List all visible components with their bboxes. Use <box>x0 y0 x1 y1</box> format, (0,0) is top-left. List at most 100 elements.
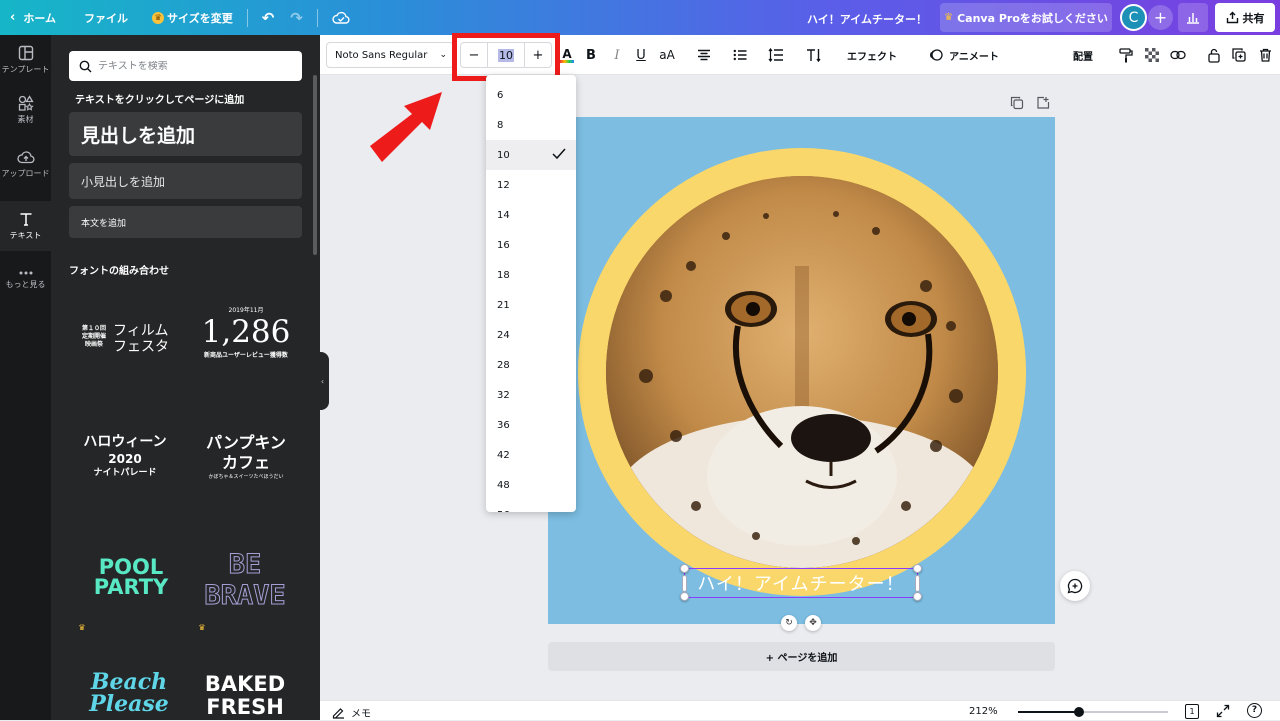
spacing-button[interactable] <box>766 44 786 66</box>
resize-handle-top-right[interactable] <box>913 564 922 573</box>
list-button[interactable] <box>730 44 750 66</box>
cloud-save-button[interactable] <box>324 0 358 35</box>
avatar[interactable]: C <box>1120 4 1147 31</box>
click-hint: テキストをクリックしてページに追加 <box>75 95 245 106</box>
combo-baked-fresh[interactable]: BAKED FRESH <box>195 673 295 720</box>
effects-button[interactable]: エフェクト <box>840 44 904 66</box>
share-button[interactable]: 共有 <box>1215 3 1275 32</box>
paint-roller-icon <box>1119 47 1133 62</box>
size-option[interactable]: 12 <box>486 170 576 200</box>
copy-style-button[interactable] <box>1117 44 1135 66</box>
zoom-slider-knob[interactable] <box>1074 707 1084 717</box>
zoom-slider-fill <box>1018 711 1078 713</box>
size-increase-button[interactable]: + <box>525 43 551 67</box>
add-subheading-button[interactable]: 小見出しを追加 <box>69 163 302 199</box>
underline-button[interactable]: U <box>632 44 650 66</box>
help-button[interactable]: ? <box>1247 703 1262 718</box>
chevron-left-icon: ‹ <box>10 10 16 25</box>
size-option[interactable]: 28 <box>486 350 576 380</box>
resize-handle-top-left[interactable] <box>680 564 689 573</box>
size-option[interactable]: 32 <box>486 380 576 410</box>
chevron-left-icon: ‹ <box>320 376 325 386</box>
rail-item-text[interactable]: テキスト <box>0 201 51 251</box>
bold-button[interactable]: B <box>582 44 600 66</box>
size-option[interactable]: 14 <box>486 200 576 230</box>
caption-text-box[interactable]: ハイ！アイムチーター！ <box>684 568 918 598</box>
add-body-button[interactable]: 本文を追加 <box>69 206 302 238</box>
size-option[interactable]: 36 <box>486 410 576 440</box>
add-heading-button[interactable]: 見出しを追加 <box>69 112 302 156</box>
rail-item-templates[interactable]: テンプレート <box>0 35 51 85</box>
size-option[interactable]: 42 <box>486 440 576 470</box>
combo-stat[interactable]: 2019年11月 1,286 新商品ユーザーレビュー獲得数 <box>196 305 296 375</box>
design-page[interactable] <box>548 117 1055 624</box>
undo-button[interactable]: ↶ <box>254 0 283 35</box>
resize-handle-right[interactable] <box>915 575 920 592</box>
duplicate-page-icon[interactable] <box>1010 95 1024 114</box>
comment-button[interactable] <box>1060 571 1090 601</box>
transparency-button[interactable] <box>1143 44 1161 66</box>
move-handle[interactable]: ✥ <box>805 615 821 631</box>
rail-item-more[interactable]: もっと見る <box>0 255 51 305</box>
home-button[interactable]: ‹ ホーム <box>0 0 64 35</box>
divider <box>246 8 248 27</box>
combo-film-festa[interactable]: 第１０回 定期開催 映画祭 フィルム フェスタ <box>79 323 179 365</box>
size-option[interactable]: 6 <box>486 80 576 110</box>
size-option[interactable]: 8 <box>486 110 576 140</box>
font-size-input[interactable]: 10 <box>487 43 525 67</box>
add-page-icon[interactable] <box>1036 95 1050 114</box>
size-option[interactable]: 48 <box>486 470 576 500</box>
link-button[interactable] <box>1169 44 1187 66</box>
zoom-level[interactable]: 212% <box>969 706 998 717</box>
italic-button[interactable]: I <box>608 44 626 66</box>
combo-beach-please[interactable]: Beach Please <box>79 671 179 720</box>
resize-handle-left[interactable] <box>682 575 687 592</box>
font-selector[interactable]: Noto Sans Regular ⌄ <box>326 42 454 68</box>
add-page-button[interactable]: + ページを追加 <box>548 642 1055 671</box>
size-option[interactable]: 21 <box>486 290 576 320</box>
combo-halloween[interactable]: ハロウィーン 2020 ナイトパレード <box>75 433 175 493</box>
search-input[interactable] <box>98 60 288 72</box>
align-button[interactable] <box>694 44 714 66</box>
cheetah-photo[interactable] <box>606 176 998 568</box>
delete-button[interactable] <box>1256 44 1274 66</box>
resize-handle-bottom-right[interactable] <box>913 592 922 601</box>
rail-item-elements[interactable]: 素材 <box>0 85 51 135</box>
size-option[interactable]: 24 <box>486 320 576 350</box>
text-color-button[interactable]: A <box>559 44 575 66</box>
color-bar <box>560 59 574 63</box>
document-title[interactable]: ハイ！アイムチーター！ <box>807 11 927 27</box>
size-option[interactable]: 16 <box>486 230 576 260</box>
combo-pool-party[interactable]: POOL PARTY <box>81 557 181 601</box>
search-box[interactable] <box>69 51 302 81</box>
insights-button[interactable] <box>1178 3 1208 32</box>
redo-button[interactable]: ↷ <box>282 0 311 35</box>
try-pro-button[interactable]: ♛ Canva Proをお試しください <box>940 3 1112 32</box>
arrange-button[interactable]: 配置 <box>1068 44 1098 66</box>
animate-button[interactable]: アニメート <box>924 44 1004 66</box>
resize-handle-bottom-left[interactable] <box>680 592 689 601</box>
file-menu-button[interactable]: ファイル <box>76 0 136 35</box>
page-count-button[interactable]: 1 <box>1185 704 1199 719</box>
size-option[interactable]: 56 <box>486 500 576 513</box>
panel-scrollbar[interactable] <box>313 75 317 255</box>
rotate-handle[interactable]: ↻ <box>781 615 797 631</box>
duplicate-button[interactable] <box>1230 44 1248 66</box>
size-option[interactable]: 18 <box>486 260 576 290</box>
help-icon: ? <box>1251 705 1258 715</box>
size-decrease-button[interactable]: − <box>461 43 487 67</box>
rail-item-uploads[interactable]: アップロード <box>0 139 51 189</box>
fullscreen-button[interactable] <box>1216 704 1230 721</box>
letter-case-button[interactable]: aA <box>656 44 678 66</box>
notes-button[interactable]: メモ <box>332 705 371 720</box>
vertical-text-button[interactable] <box>804 44 824 66</box>
combo-pumpkin[interactable]: パンプキン カフェ かぼちゃ＆スイーツたべほうだい <box>194 433 298 493</box>
resize-button[interactable]: ♛ サイズを変更 <box>144 0 241 35</box>
add-collaborator-button[interactable]: + <box>1148 5 1173 30</box>
collapse-panel-button[interactable]: ‹ <box>316 352 329 410</box>
lock-icon <box>1208 48 1220 63</box>
transparency-icon <box>1145 48 1159 62</box>
lock-button[interactable] <box>1205 44 1223 66</box>
combo-be-brave[interactable]: BE BRAVE <box>195 549 295 615</box>
size-option-selected[interactable]: 10 <box>486 140 576 170</box>
